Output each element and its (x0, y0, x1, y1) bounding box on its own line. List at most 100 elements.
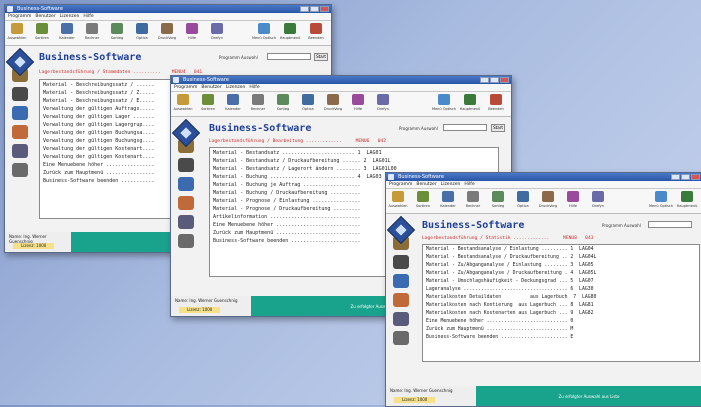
sidebar-settings-icon[interactable] (393, 331, 409, 345)
tool-hilfe[interactable]: Hilfe (564, 189, 582, 208)
tool-menu-optisch[interactable]: Menü Optisch (252, 21, 276, 40)
maximize-button[interactable] (310, 6, 319, 12)
tool-auswahlen[interactable]: Auswahlen (389, 189, 408, 208)
menu-hilfe[interactable]: Hilfe (464, 181, 474, 188)
close-button[interactable] (500, 77, 509, 83)
tool-drefyn[interactable]: Drefyn (208, 21, 226, 40)
minimize-button[interactable] (300, 6, 309, 12)
list-item[interactable]: Materialkosten Detaildaten aus Lagerbuch… (426, 294, 696, 302)
sidebar-report-icon[interactable] (178, 196, 194, 210)
maximize-button[interactable] (490, 77, 499, 83)
minimize-button[interactable] (480, 77, 489, 83)
tool-kalender[interactable]: Kalender (439, 189, 457, 208)
tool-hilfe[interactable]: Hilfe (349, 92, 367, 111)
window-statistik[interactable]: Business-Software Programm Benutzer Lize… (385, 172, 701, 407)
sidebar-settings-icon[interactable] (12, 163, 28, 177)
list-item[interactable]: Material - Bestandsatz / Druckaufbereitu… (213, 157, 495, 165)
list-item[interactable]: Eine Menuebene höher ...................… (426, 318, 696, 326)
start-button[interactable]: Start (314, 53, 328, 61)
tool-rechner[interactable]: Rechner (464, 189, 482, 208)
sidebar-document-icon[interactable] (393, 274, 409, 288)
tool-druckvorg[interactable]: DruckVorg (324, 92, 342, 111)
menu-icon (438, 94, 450, 105)
menu-benutzer[interactable]: Benutzer (201, 84, 221, 91)
tool-menu-optisch[interactable]: Menü Optisch (649, 189, 673, 208)
tool-hauptmenu[interactable]: Hauptmenü (677, 189, 697, 208)
maximize-button[interactable] (681, 174, 690, 180)
window-title: Business-Software (17, 6, 63, 12)
calendar-icon (61, 23, 73, 34)
sidebar-material-icon[interactable] (12, 87, 28, 101)
tool-kalender[interactable]: Kalender (224, 92, 242, 111)
tool-drefyn[interactable]: Drefyn (374, 92, 392, 111)
tool-rechner[interactable]: Rechner (249, 92, 267, 111)
menu-benutzer[interactable]: Benutzer (35, 13, 55, 20)
list-item[interactable]: Material - Bestandsatz .................… (213, 149, 495, 157)
list-item[interactable]: Material - Umschlagshäufigkeit - Deckung… (426, 278, 696, 286)
tool-sortieg[interactable]: Sortieg (274, 92, 292, 111)
tool-label: Optica (517, 204, 529, 208)
sidebar-settings-icon[interactable] (178, 234, 194, 248)
sidebar-tools-icon[interactable] (393, 312, 409, 326)
tool-druckvorg[interactable]: DruckVorg (158, 21, 176, 40)
tool-sortieg[interactable]: Sortieg (489, 189, 507, 208)
sidebar-tools-icon[interactable] (178, 215, 194, 229)
tool-optica[interactable]: Optica (299, 92, 317, 111)
title-bar[interactable]: Business-Software (171, 76, 511, 84)
tool-druckvorg[interactable]: DruckVorg (539, 189, 557, 208)
minimize-button[interactable] (671, 174, 680, 180)
sidebar-material-icon[interactable] (393, 255, 409, 269)
sidebar-document-icon[interactable] (178, 177, 194, 191)
tool-drefyn[interactable]: Drefyn (589, 189, 607, 208)
tool-auswahlen[interactable]: Auswahlen (174, 92, 193, 111)
tool-sortiren[interactable]: Sortiren (414, 189, 432, 208)
title-bar[interactable]: Business-Software (5, 5, 331, 13)
menu-lizenzen[interactable]: Lizenzen (226, 84, 246, 91)
menu-hilfe[interactable]: Hilfe (83, 13, 93, 20)
list-item[interactable]: Business-Software beenden ..............… (426, 334, 696, 342)
tool-sortiren[interactable]: Sortiren (199, 92, 217, 111)
tool-hauptmenu[interactable]: Hauptmenü (280, 21, 300, 40)
select-icon (392, 191, 404, 202)
close-button[interactable] (320, 6, 329, 12)
tool-hilfe[interactable]: Hilfe (183, 21, 201, 40)
sidebar-report-icon[interactable] (393, 293, 409, 307)
menu-lizenzen[interactable]: Lizenzen (441, 181, 461, 188)
sort-icon (36, 23, 48, 34)
menu-hilfe[interactable]: Hilfe (249, 84, 259, 91)
tool-beenden[interactable]: Beenden (487, 92, 505, 111)
list-item[interactable]: Lageranalyse ...........................… (426, 286, 696, 294)
list-item[interactable]: Zurück zum Hauptmenü ...................… (426, 326, 696, 334)
list-item[interactable]: Material - Bestandsanalyse / Druckaufber… (426, 254, 696, 262)
menu-programm[interactable]: Programm (389, 181, 412, 188)
sidebar-report-icon[interactable] (12, 125, 28, 139)
program-select[interactable] (267, 53, 311, 60)
start-button[interactable]: Start (491, 124, 505, 132)
list-item[interactable]: Materialkosten nach Kontierung aus Lager… (426, 302, 696, 310)
tool-beenden[interactable]: Beenden (307, 21, 325, 40)
list-item[interactable]: Materialkosten nach Kostenarten aus Lage… (426, 310, 696, 318)
title-bar[interactable]: Business-Software (386, 173, 701, 181)
sidebar-material-icon[interactable] (178, 158, 194, 172)
program-select[interactable] (648, 221, 692, 228)
menu-benutzer[interactable]: Benutzer (416, 181, 436, 188)
tool-menu-optisch[interactable]: Menü Optisch (432, 92, 456, 111)
list-item[interactable]: Material - Bestandsanalyse / Einlastung … (426, 246, 696, 254)
tool-optica[interactable]: Optica (514, 189, 532, 208)
sidebar-document-icon[interactable] (12, 106, 28, 120)
program-select[interactable] (443, 124, 487, 131)
tool-rechner[interactable]: Rechner (83, 21, 101, 40)
menu-programm[interactable]: Programm (8, 13, 31, 20)
menu-lizenzen[interactable]: Lizenzen (60, 13, 80, 20)
tool-sortieg[interactable]: Sortieg (108, 21, 126, 40)
tool-hauptmenu[interactable]: Hauptmenü (460, 92, 480, 111)
tool-auswahlen[interactable]: Auswahlen (8, 21, 27, 40)
sidebar-tools-icon[interactable] (12, 144, 28, 158)
tool-optica[interactable]: Optica (133, 21, 151, 40)
list-item[interactable]: Material - Zu/Abganganalyse / Druckaufbe… (426, 270, 696, 278)
tool-sortiren[interactable]: Sortiren (33, 21, 51, 40)
menu-programm[interactable]: Programm (174, 84, 197, 91)
tool-kalender[interactable]: Kalender (58, 21, 76, 40)
close-button[interactable] (691, 174, 700, 180)
list-item[interactable]: Material - Zu/Abganganalyse / Einlastung… (426, 262, 696, 270)
